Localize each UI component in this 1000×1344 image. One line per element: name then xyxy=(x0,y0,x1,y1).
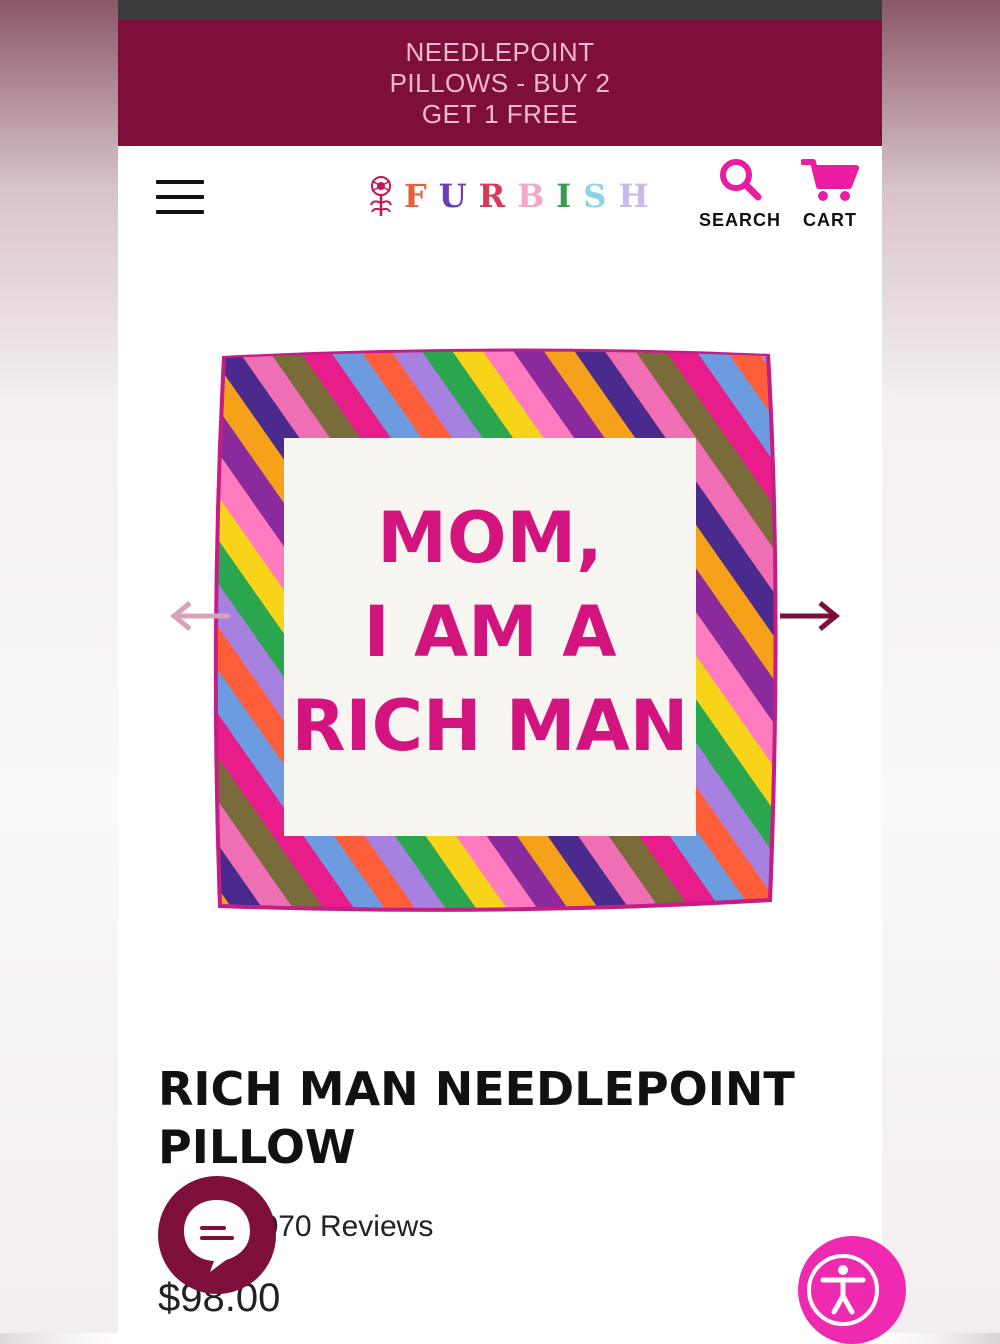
pillow-text-line-2: I AM A xyxy=(364,591,617,673)
promo-text: NEEDLEPOINT PILLOWS - BUY 2 GET 1 FREE xyxy=(389,36,611,129)
page: NEEDLEPOINT PILLOWS - BUY 2 GET 1 FREE F… xyxy=(118,0,882,1333)
product-image-carousel[interactable]: MOM, I AM A RICH MAN xyxy=(118,266,882,1016)
search-icon xyxy=(720,159,762,201)
product-title: RICH MAN NEEDLEPOINT PILLOW xyxy=(158,1062,795,1174)
chat-icon xyxy=(184,1200,250,1272)
logo-letter: B xyxy=(517,177,557,215)
hamburger-icon xyxy=(156,180,204,184)
hamburger-icon-line xyxy=(156,195,204,199)
logo-wordmark: FURBISH xyxy=(404,177,661,215)
logo-flower-icon xyxy=(370,176,392,216)
logo-letter: U xyxy=(438,177,479,215)
chat-button[interactable] xyxy=(158,1176,276,1294)
background-left xyxy=(0,0,118,1333)
hamburger-icon-line xyxy=(156,210,204,214)
logo-letter: R xyxy=(478,177,518,215)
background-right xyxy=(882,0,1000,1333)
promo-banner[interactable]: NEEDLEPOINT PILLOWS - BUY 2 GET 1 FREE xyxy=(118,20,882,146)
product-image: MOM, I AM A RICH MAN xyxy=(213,348,778,912)
site-header: FURBISH SEARCH CART xyxy=(118,146,882,266)
logo-letter: H xyxy=(618,177,661,215)
cart-icon xyxy=(800,159,859,201)
furbish-logo[interactable]: FURBISH xyxy=(366,174,661,218)
status-bar xyxy=(118,0,882,20)
logo-letter: S xyxy=(583,177,619,215)
cart-label: CART xyxy=(803,210,857,230)
accessibility-icon xyxy=(807,1254,879,1326)
cart-button[interactable]: CART xyxy=(790,156,870,231)
search-button[interactable]: SEARCH xyxy=(698,156,782,231)
next-arrow-icon[interactable] xyxy=(778,599,842,633)
search-label: SEARCH xyxy=(698,210,781,230)
accessibility-button[interactable] xyxy=(798,1236,906,1344)
prev-arrow-icon[interactable] xyxy=(170,599,232,633)
menu-button[interactable] xyxy=(156,178,204,218)
pillow-text-line-1: MOM, xyxy=(377,497,602,579)
logo-letter: F xyxy=(404,177,439,215)
pillow-text-line-3: RICH MAN xyxy=(292,685,689,767)
logo-letter: I xyxy=(556,177,584,215)
